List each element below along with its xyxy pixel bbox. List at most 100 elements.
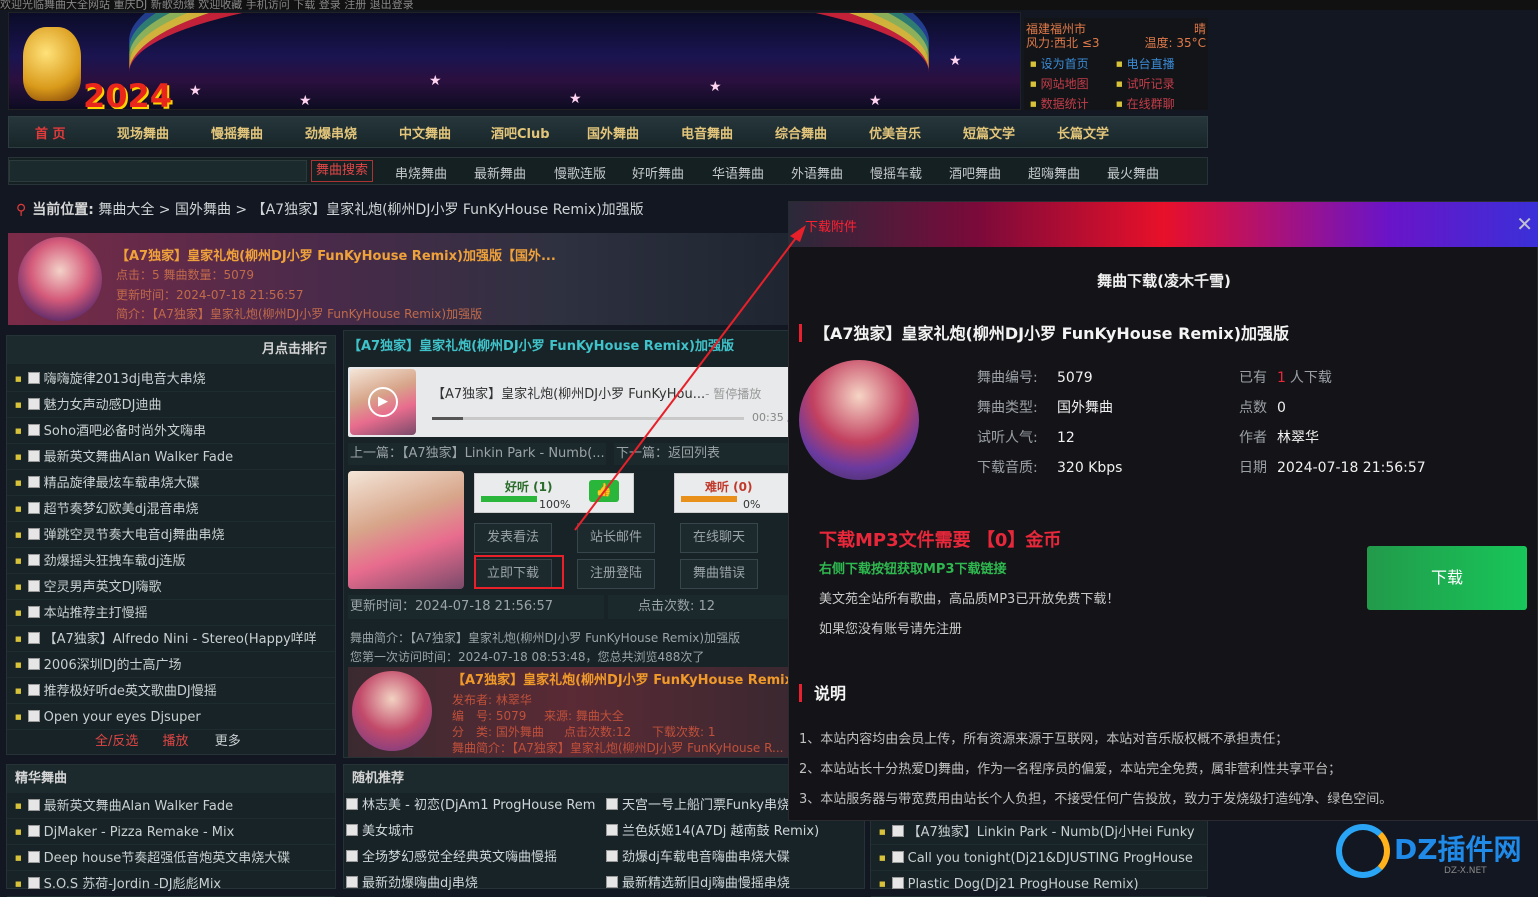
song-link[interactable]: Open your eyes Djsuper xyxy=(44,710,201,725)
next-song-link[interactable]: 下一篇：返回列表 xyxy=(614,443,794,465)
checkbox[interactable] xyxy=(27,502,40,514)
play-link[interactable]: 播放 xyxy=(163,734,189,749)
song-link[interactable]: 空灵男声英文DJ嗨歌 xyxy=(44,580,162,595)
list-item[interactable]: 劲爆摇头狂拽车载dj连版 xyxy=(7,548,335,574)
set-homepage-link[interactable]: 设为首页 xyxy=(1030,54,1116,74)
mail-admin-button[interactable]: 站长邮件 xyxy=(577,523,655,553)
list-item[interactable]: 最新英文舞曲Alan Walker Fade xyxy=(7,793,335,819)
song-link[interactable]: 2006深圳DJ的士高广场 xyxy=(44,658,182,673)
nav-long-lit[interactable]: 长篇文学 xyxy=(1057,123,1109,142)
song-link[interactable]: DjMaker - Pizza Remake - Mix xyxy=(44,825,235,840)
search-input[interactable] xyxy=(9,160,307,182)
checkbox[interactable] xyxy=(27,632,40,644)
list-item[interactable]: 2006深圳DJ的士高广场 xyxy=(7,652,335,678)
song-link[interactable]: 精品旋律最炫车载串烧大碟 xyxy=(44,476,200,491)
nav-electronic[interactable]: 电音舞曲 xyxy=(681,123,733,142)
checkbox[interactable] xyxy=(606,876,618,888)
list-item[interactable]: Deep house节奏超强低音炮英文串烧大碟 xyxy=(7,845,335,871)
subnav-link[interactable]: 最火舞曲 xyxy=(1107,163,1159,182)
song-link[interactable]: 全场梦幻感觉全经典英文嗨曲慢摇 xyxy=(362,850,557,865)
close-icon[interactable]: ✕ xyxy=(1516,212,1533,236)
list-item[interactable]: DjMaker - Pizza Remake - Mix xyxy=(7,819,335,845)
breadcrumb-path[interactable]: 舞曲大全 > 国外舞曲 > 【A7独家】皇家礼炮(柳州DJ小罗 FunKyHou… xyxy=(98,202,643,218)
song-link[interactable]: Deep house节奏超强低音炮英文串烧大碟 xyxy=(44,851,291,866)
song-link[interactable]: 【A7独家】Alfredo Nini - Stereo(Happy咩咩 xyxy=(44,632,317,647)
checkbox[interactable] xyxy=(27,825,40,837)
list-item[interactable]: 【A7独家】Linkin Park - Numb(Dj小Hei Funky xyxy=(871,819,1207,845)
online-chat-button[interactable]: 在线聊天 xyxy=(680,523,758,553)
song-link[interactable]: 本站推荐主打慢摇 xyxy=(44,606,148,621)
list-item[interactable]: 弹跳空灵节奏大电音dj舞曲串烧 xyxy=(7,522,335,548)
checkbox[interactable] xyxy=(346,824,358,836)
song-link[interactable]: 劲爆摇头狂拽车载dj连版 xyxy=(44,554,186,569)
list-item[interactable]: 嗨嗨旋律2013dj电音大串烧 xyxy=(7,366,335,392)
register-login-button[interactable]: 注册登陆 xyxy=(577,559,655,589)
checkbox[interactable] xyxy=(27,398,40,410)
song-link[interactable]: 林志美 - 初恋(DjAm1 ProgHouse Rem xyxy=(362,798,595,813)
checkbox[interactable] xyxy=(606,798,618,810)
song-link[interactable]: 美女城市 xyxy=(362,824,414,839)
checkbox[interactable] xyxy=(891,851,904,863)
nav-short-lit[interactable]: 短篇文学 xyxy=(963,123,1015,142)
subnav-link[interactable]: 外语舞曲 xyxy=(791,163,843,182)
more-link[interactable]: 更多 xyxy=(215,734,241,749)
subnav-link[interactable]: 好听舞曲 xyxy=(632,163,684,182)
nav-chinese[interactable]: 中文舞曲 xyxy=(399,123,451,142)
song-link[interactable]: 劲爆dj车载电音嗨曲串烧大碟 xyxy=(622,850,790,865)
report-error-button[interactable]: 舞曲错误 xyxy=(680,559,758,589)
checkbox[interactable] xyxy=(27,799,40,811)
sitemap-link[interactable]: 网站地图 xyxy=(1030,74,1116,94)
list-item[interactable]: 林志美 - 初恋(DjAm1 ProgHouse Rem xyxy=(344,793,604,819)
list-item[interactable]: 美女城市 xyxy=(344,819,604,845)
song-link[interactable]: 超节奏梦幻欧美dj混音串烧 xyxy=(44,502,199,517)
checkbox[interactable] xyxy=(27,450,40,462)
checkbox[interactable] xyxy=(27,476,40,488)
select-all-link[interactable]: 全/反选 xyxy=(95,734,138,749)
checkbox[interactable] xyxy=(27,710,40,722)
list-item[interactable]: 最新精选新旧dj嗨曲慢摇串烧 xyxy=(604,871,864,897)
search-button[interactable]: 舞曲搜索 xyxy=(311,160,373,182)
checkbox[interactable] xyxy=(27,658,40,670)
radio-live-link[interactable]: 电台直播 xyxy=(1116,54,1202,74)
progress-bar[interactable] xyxy=(432,417,744,420)
checkbox[interactable] xyxy=(606,850,618,862)
list-item[interactable]: 魅力女声动感DJ迪曲 xyxy=(7,392,335,418)
nav-foreign[interactable]: 国外舞曲 xyxy=(587,123,639,142)
list-item[interactable]: Call you tonight(Dj21&DJUSTING ProgHouse xyxy=(871,845,1207,871)
list-item[interactable]: 【A7独家】Alfredo Nini - Stereo(Happy咩咩 xyxy=(7,626,335,652)
list-item[interactable]: 劲爆dj车载电音嗨曲串烧大碟 xyxy=(604,845,864,871)
subnav-link[interactable]: 酒吧舞曲 xyxy=(949,163,1001,182)
subnav-link[interactable]: 最新舞曲 xyxy=(474,163,526,182)
song-link[interactable]: S.O.S 苏荷-Jordin -DJ彪彪Mix xyxy=(44,877,222,892)
checkbox[interactable] xyxy=(27,606,40,618)
nav-slow-rock[interactable]: 慢摇舞曲 xyxy=(211,123,263,142)
list-item[interactable]: 推荐极好听de英文歌曲DJ慢摇 xyxy=(7,678,335,704)
checkbox[interactable] xyxy=(27,372,40,384)
list-item[interactable]: 最新劲爆嗨曲dj串烧 xyxy=(344,871,604,897)
play-icon[interactable]: ▶ xyxy=(368,387,398,417)
checkbox[interactable] xyxy=(27,580,40,592)
checkbox[interactable] xyxy=(27,877,40,889)
list-item[interactable]: 本站推荐主打慢摇 xyxy=(7,600,335,626)
subnav-link[interactable]: 华语舞曲 xyxy=(712,163,764,182)
checkbox[interactable] xyxy=(606,824,618,836)
nav-live-dance[interactable]: 现场舞曲 xyxy=(117,123,169,142)
vote-bad-box[interactable]: 难听 (0) 0% xyxy=(674,473,792,513)
list-item[interactable]: 超节奏梦幻欧美dj混音串烧 xyxy=(7,496,335,522)
list-item[interactable]: Plastic Dog(Dj21 ProgHouse Remix) xyxy=(871,871,1207,897)
nav-home[interactable]: 首 页 xyxy=(35,123,66,142)
checkbox[interactable] xyxy=(27,424,40,436)
subnav-link[interactable]: 串烧舞曲 xyxy=(395,163,447,182)
download-button[interactable]: 下载 xyxy=(1367,546,1527,610)
group-chat-link[interactable]: 在线群聊 xyxy=(1116,94,1202,114)
checkbox[interactable] xyxy=(346,876,358,888)
list-item[interactable]: Open your eyes Djsuper xyxy=(7,704,335,730)
song-link[interactable]: 兰色妖姬14(A7Dj 越南鼓 Remix) xyxy=(622,824,819,839)
subnav-link[interactable]: 超嗨舞曲 xyxy=(1028,163,1080,182)
nav-medley[interactable]: 劲爆串烧 xyxy=(305,123,357,142)
statistics-link[interactable]: 数据统计 xyxy=(1030,94,1116,114)
nav-club[interactable]: 酒吧Club xyxy=(491,123,550,142)
song-link[interactable]: Plastic Dog(Dj21 ProgHouse Remix) xyxy=(908,877,1139,892)
register-notice[interactable]: 如果您没有账号请先注册 xyxy=(819,618,962,637)
list-item[interactable]: Soho酒吧必备时尚外文嗨串 xyxy=(7,418,335,444)
